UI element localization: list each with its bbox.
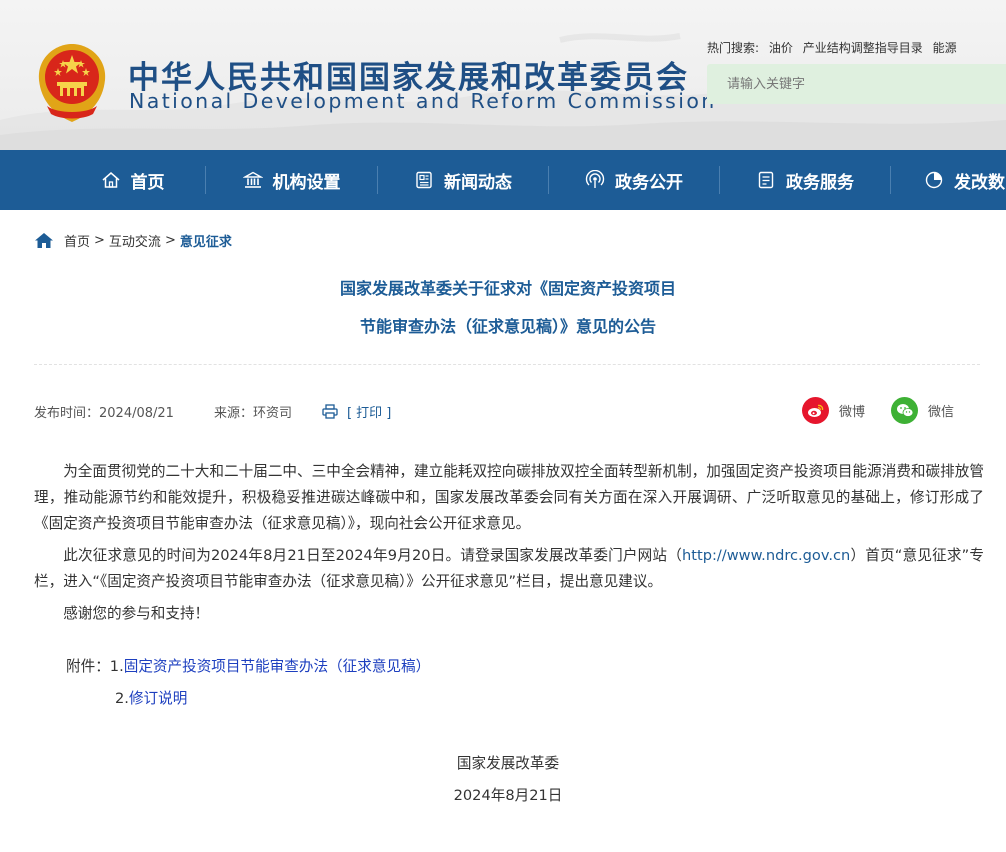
nav-item-label: 政务服务 — [786, 172, 854, 193]
nav-item-label: 政务公开 — [615, 172, 683, 193]
breadcrumb-home[interactable]: 首页 — [64, 231, 90, 250]
nav-item-label: 机构设置 — [272, 172, 341, 193]
signature-organization: 国家发展改革委 — [456, 755, 560, 772]
site-header: 中华人民共和国国家发展和改革委员会 National Development a… — [0, 0, 1006, 150]
article-paragraph: 此次征求意见的时间为2024年8月21日至2024年9月20日。请登录国家发展改… — [34, 543, 984, 595]
attachment-label: 附件： — [66, 658, 110, 675]
national-emblem-icon — [38, 44, 106, 122]
nav-item-data[interactable]: 发改数 — [891, 150, 1006, 210]
building-icon — [242, 171, 263, 188]
article-title-line1: 国家发展改革委关于征求对《固定资产投资项目 — [339, 279, 676, 298]
main-nav: 首页 机构设置 新闻动态 政务公开 政务服务 发改数 — [0, 150, 1006, 210]
signature-date: 2024年8月21日 — [453, 787, 563, 804]
breadcrumb: 首页 > 互动交流 > 意见征求 — [34, 230, 232, 250]
attachment-link-revision-notes[interactable]: 修订说明 — [129, 690, 187, 707]
search-input[interactable] — [707, 64, 1006, 104]
article-paragraph: 感谢您的参与和支持！ — [63, 605, 210, 622]
share-wechat-label: 微信 — [928, 405, 955, 420]
hot-search-label: 热门搜索: — [707, 41, 760, 55]
home-icon[interactable] — [34, 232, 54, 249]
attachment-number: 1. — [109, 658, 124, 675]
nav-item-news[interactable]: 新闻动态 — [378, 150, 548, 210]
publish-time: 发布时间：2024/08/21 — [34, 406, 174, 421]
nav-item-government-services[interactable]: 政务服务 — [720, 150, 890, 210]
print-label: [ 打印 ] — [346, 406, 392, 421]
article-title-line2: 节能审查办法（征求意见稿）》意见的公告 — [359, 317, 656, 336]
breadcrumb-section[interactable]: 互动交流 — [109, 231, 161, 250]
home-icon — [102, 172, 119, 188]
printer-icon — [322, 404, 338, 419]
ndrc-website-link[interactable]: http://www.ndrc.gov.cn — [682, 547, 850, 564]
nav-item-label: 新闻动态 — [444, 172, 512, 193]
weibo-icon — [802, 397, 829, 424]
wechat-icon — [891, 397, 918, 424]
nav-item-label: 发改数 — [954, 172, 1005, 193]
paragraph-text: 此次征求意见的时间为2024年8月21日至2024年9月20日。请登录国家发展改… — [63, 547, 682, 564]
breadcrumb-separator: > — [94, 232, 105, 248]
attachment-row: 附件：1.固定资产投资项目节能审查办法（征求意见稿） — [66, 655, 430, 676]
site-title-en: National Development and Reform Commissi… — [129, 89, 717, 113]
nav-item-government-affairs[interactable]: 政务公开 — [549, 150, 719, 210]
share-wechat-button[interactable]: 微信 — [891, 397, 954, 424]
broadcast-icon — [585, 170, 605, 188]
attachment-link-draft-measures[interactable]: 固定资产投资项目节能审查办法（征求意见稿） — [124, 658, 430, 675]
nav-item-organization[interactable]: 机构设置 — [206, 150, 377, 210]
pie-chart-icon — [925, 171, 943, 189]
nav-item-label: 首页 — [130, 172, 165, 193]
hot-search-link-energy[interactable]: 能源 — [933, 41, 957, 55]
hot-search-link-industry-catalog[interactable]: 产业结构调整指导目录 — [803, 41, 923, 55]
article-paragraph: 为全面贯彻党的二十大和二十届二中、三中全会精神，建立能耗双控向碳排放双控全面转型… — [34, 463, 984, 532]
share-weibo-label: 微博 — [839, 405, 866, 420]
breadcrumb-separator: > — [164, 232, 176, 248]
title-divider — [34, 364, 980, 365]
nav-item-home[interactable]: 首页 — [60, 150, 205, 210]
article-source: 来源：环资司 — [213, 406, 292, 421]
attachment-row: 2.修订说明 — [115, 687, 187, 708]
attachment-number: 2. — [115, 690, 129, 707]
article-body: 为全面贯彻党的二十大和二十届二中、三中全会精神，建立能耗双控向碳排放双控全面转型… — [34, 459, 984, 633]
article-meta: 发布时间：2024/08/21 来源：环资司 [ 打印 ] — [34, 402, 391, 421]
share-weibo-button[interactable]: 微博 — [802, 397, 865, 424]
breadcrumb-current[interactable]: 意见征求 — [180, 231, 232, 250]
document-icon — [758, 171, 774, 189]
hot-search: 热门搜索: 油价 产业结构调整指导目录 能源 — [707, 39, 957, 56]
article-title: 国家发展改革委关于征求对《固定资产投资项目 节能审查办法（征求意见稿）》意见的公… — [0, 274, 1006, 341]
print-button[interactable]: [ 打印 ] — [322, 402, 391, 421]
hot-search-link-oil-price[interactable]: 油价 — [769, 41, 793, 55]
search-box — [707, 64, 1006, 104]
newspaper-icon — [416, 171, 432, 189]
